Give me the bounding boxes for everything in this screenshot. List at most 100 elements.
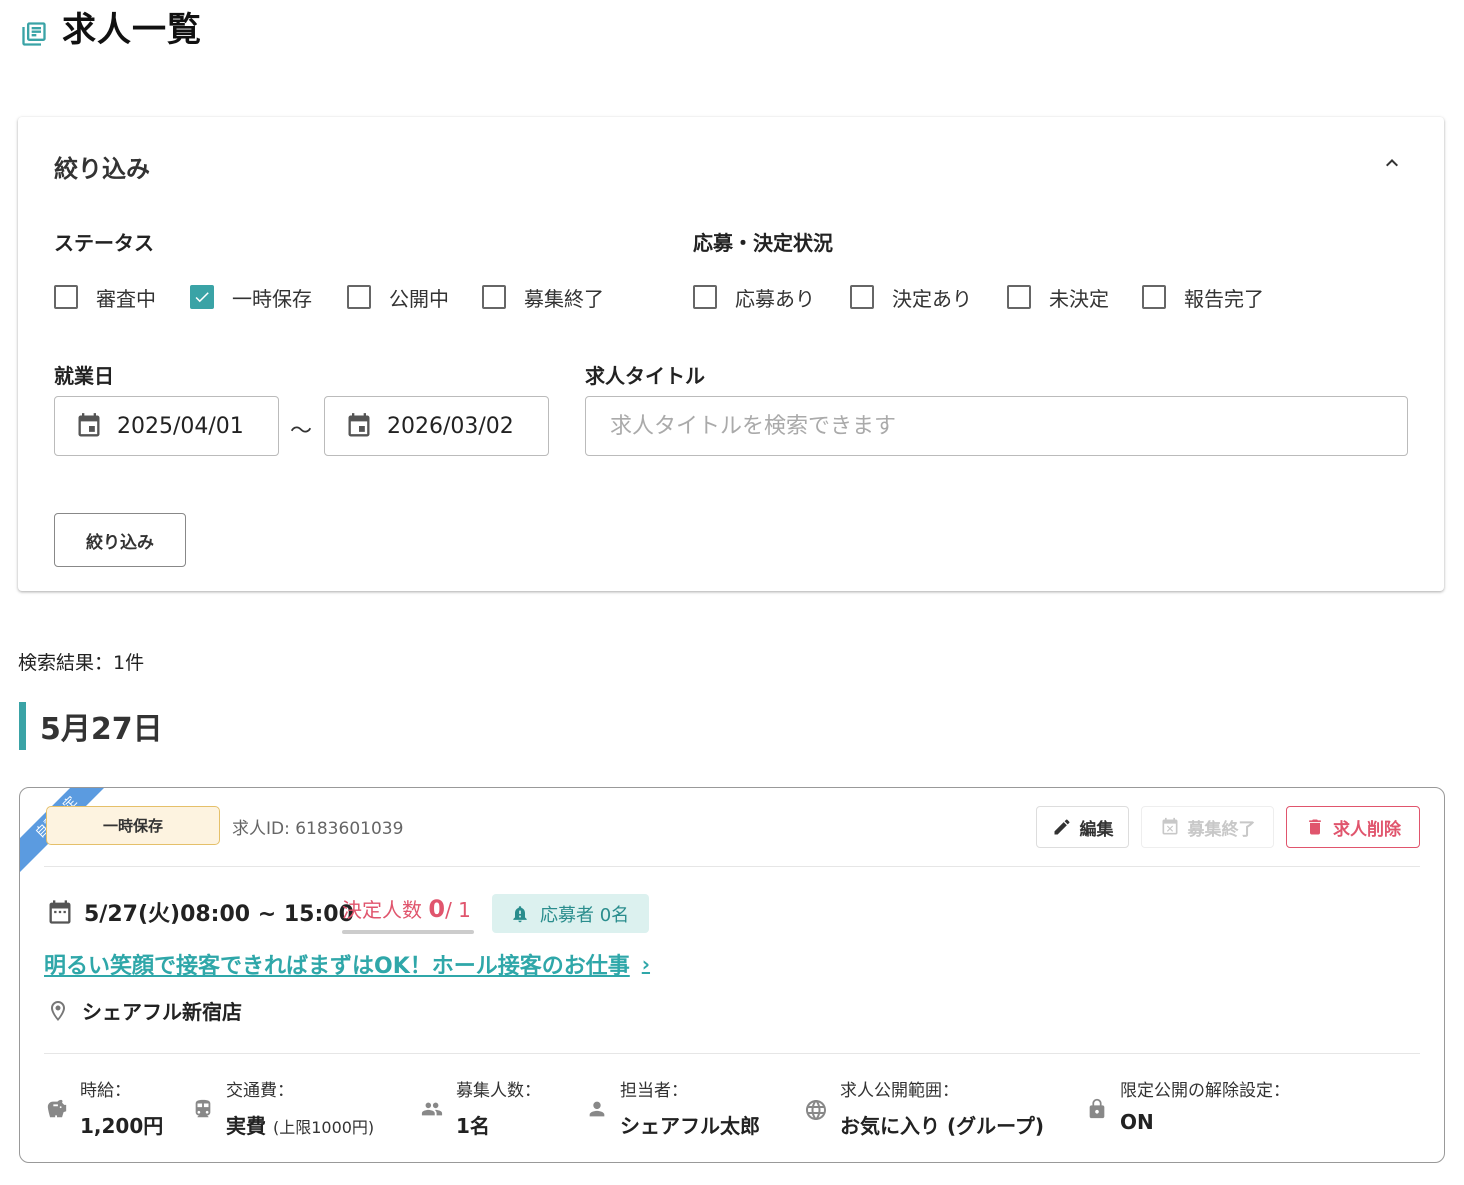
detail-publish-scope: 求人公開範囲： お気に入り (グループ) xyxy=(804,1078,1044,1139)
lock-icon xyxy=(1089,1098,1105,1119)
checkbox-label: 応募あり xyxy=(735,286,815,311)
checkbox-undecided[interactable]: 未決定 xyxy=(1007,282,1109,312)
date-from-value: 2025/04/01 xyxy=(117,413,244,439)
checkbox-box[interactable] xyxy=(693,285,717,309)
transport-value: 実費 xyxy=(226,1114,266,1138)
detail-manager: 担当者： シェアフル太郎 xyxy=(586,1078,760,1139)
edit-label: 編集 xyxy=(1079,819,1114,840)
headcount-value: 1名 xyxy=(456,1114,490,1138)
filter-panel: 絞り込み ステータス 応募・決定状況 審査中 一時保存 公開中 募集終了 応募あ… xyxy=(18,117,1444,591)
delete-job-label: 求人削除 xyxy=(1333,819,1401,840)
calendar-icon xyxy=(78,413,100,437)
page-title: 求人一覧 xyxy=(62,10,202,50)
store-name: シェアフル新宿店 xyxy=(82,1000,242,1024)
job-id: 求人ID: 6183601039 xyxy=(232,819,404,839)
checkbox-box[interactable] xyxy=(54,285,78,309)
date-to-value: 2026/03/02 xyxy=(387,413,514,439)
piggy-bank-icon xyxy=(47,1099,67,1118)
trash-icon xyxy=(1309,819,1321,835)
checkbox-has-applications[interactable]: 応募あり xyxy=(693,282,815,312)
detail-unlock-setting: 限定公開の解除設定： ON xyxy=(1086,1078,1290,1134)
detail-wage: 時給： 1,200円 xyxy=(46,1078,163,1139)
globe-icon xyxy=(806,1100,826,1120)
filter-heading: 絞り込み xyxy=(54,155,150,183)
date-to-field[interactable]: 2026/03/02 xyxy=(324,396,549,456)
detail-headcount: 募集人数： 1名 xyxy=(420,1078,541,1139)
status-label: ステータス xyxy=(54,231,154,255)
publish-scope-label: 求人公開範囲： xyxy=(840,1081,959,1101)
checkbox-has-decisions[interactable]: 決定あり xyxy=(850,282,972,312)
manager-label: 担当者： xyxy=(620,1081,688,1101)
job-title-search-input[interactable] xyxy=(585,396,1408,456)
close-recruitment-button[interactable]: 募集終了 xyxy=(1141,806,1274,848)
schedule-text: 5/27(火)08:00 ~ 15:00 xyxy=(84,902,354,927)
decided-progress-bar xyxy=(342,930,474,934)
close-recruitment-label: 募集終了 xyxy=(1187,819,1256,840)
date-from-field[interactable]: 2025/04/01 xyxy=(54,396,279,456)
checkbox-box[interactable] xyxy=(1142,285,1166,309)
applicant-count-chip[interactable]: 応募者 0名 xyxy=(492,894,649,933)
checkbox-box[interactable] xyxy=(850,285,874,309)
decided-total: / 1 xyxy=(445,898,471,922)
wage-value: 1,200円 xyxy=(80,1114,164,1138)
checkbox-status-draft[interactable]: 一時保存 xyxy=(190,282,312,312)
detail-transport: 交通費： 実費 (上限1000円) xyxy=(192,1078,374,1139)
date-separator: ～ xyxy=(290,419,313,444)
job-schedule: 5/27(火)08:00 ~ 15:00 xyxy=(46,896,354,928)
status-badge: 一時保存 xyxy=(46,806,220,845)
store-location: シェアフル新宿店 xyxy=(46,996,242,1025)
checkbox-status-closed[interactable]: 募集終了 xyxy=(482,282,604,312)
decided-label: 決定人数 xyxy=(342,898,422,922)
checkbox-report-complete[interactable]: 報告完了 xyxy=(1142,282,1264,312)
checkbox-label: 報告完了 xyxy=(1184,286,1264,311)
headcount-label: 募集人数： xyxy=(456,1081,541,1101)
chevron-right-icon: › xyxy=(641,952,651,976)
checkbox-box[interactable] xyxy=(1007,285,1031,309)
checkbox-status-reviewing[interactable]: 審査中 xyxy=(54,282,156,312)
checkbox-label: 公開中 xyxy=(389,286,449,311)
unlock-setting-label: 限定公開の解除設定： xyxy=(1120,1081,1290,1101)
delete-job-button[interactable]: 求人削除 xyxy=(1286,806,1420,848)
publish-scope-value: お気に入り (グループ) xyxy=(840,1114,1045,1138)
job-card: 自動決定 一時保存 求人ID: 6183601039 編集 募集終了 求人削除 … xyxy=(19,787,1445,1163)
filter-submit-button[interactable]: 絞り込み xyxy=(54,513,186,567)
decided-number: 0 xyxy=(428,895,446,923)
checkbox-label: 未決定 xyxy=(1049,286,1109,311)
checkbox-label: 一時保存 xyxy=(232,286,312,311)
check-icon xyxy=(195,292,209,303)
checkbox-label: 募集終了 xyxy=(524,286,604,311)
application-status-label: 応募・決定状況 xyxy=(693,231,833,255)
checkbox-label: 審査中 xyxy=(96,286,156,311)
bell-icon xyxy=(513,905,527,922)
wage-label: 時給： xyxy=(80,1081,131,1101)
train-icon xyxy=(195,1099,211,1118)
people-icon xyxy=(421,1102,443,1116)
job-title-text: 明るい笑顔で接客できればまずはOK！ホール接客のお仕事 xyxy=(44,954,630,979)
card-divider xyxy=(44,1053,1420,1054)
manager-value: シェアフル太郎 xyxy=(620,1114,760,1138)
result-count: 検索結果：1件 xyxy=(18,652,145,674)
calendar-icon xyxy=(348,413,370,437)
calendar-x-icon xyxy=(1162,817,1177,835)
checkbox-box[interactable] xyxy=(347,285,371,309)
checkbox-status-public[interactable]: 公開中 xyxy=(347,282,449,312)
calendar-icon xyxy=(49,900,71,924)
transport-note: (上限1000円) xyxy=(272,1118,375,1137)
workday-label: 就業日 xyxy=(54,364,114,388)
chevron-up-icon[interactable] xyxy=(1380,151,1404,175)
checkbox-label: 決定あり xyxy=(892,286,972,311)
pencil-icon xyxy=(1054,819,1070,835)
job-title-label: 求人タイトル xyxy=(585,364,705,388)
job-title-link[interactable]: 明るい笑顔で接客できればまずはOK！ホール接客のお仕事 › xyxy=(44,948,650,980)
decided-count: 決定人数 0/ 1 xyxy=(342,894,471,923)
checkbox-box[interactable] xyxy=(482,285,506,309)
checkbox-box[interactable] xyxy=(190,285,214,309)
person-icon xyxy=(589,1101,605,1117)
location-pin-icon xyxy=(51,1000,65,1021)
unlock-setting-value: ON xyxy=(1120,1110,1154,1134)
list-icon xyxy=(20,20,48,48)
date-accent-bar xyxy=(19,702,26,750)
edit-button[interactable]: 編集 xyxy=(1036,806,1129,848)
card-divider xyxy=(44,866,1420,867)
transport-label: 交通費： xyxy=(226,1081,294,1101)
